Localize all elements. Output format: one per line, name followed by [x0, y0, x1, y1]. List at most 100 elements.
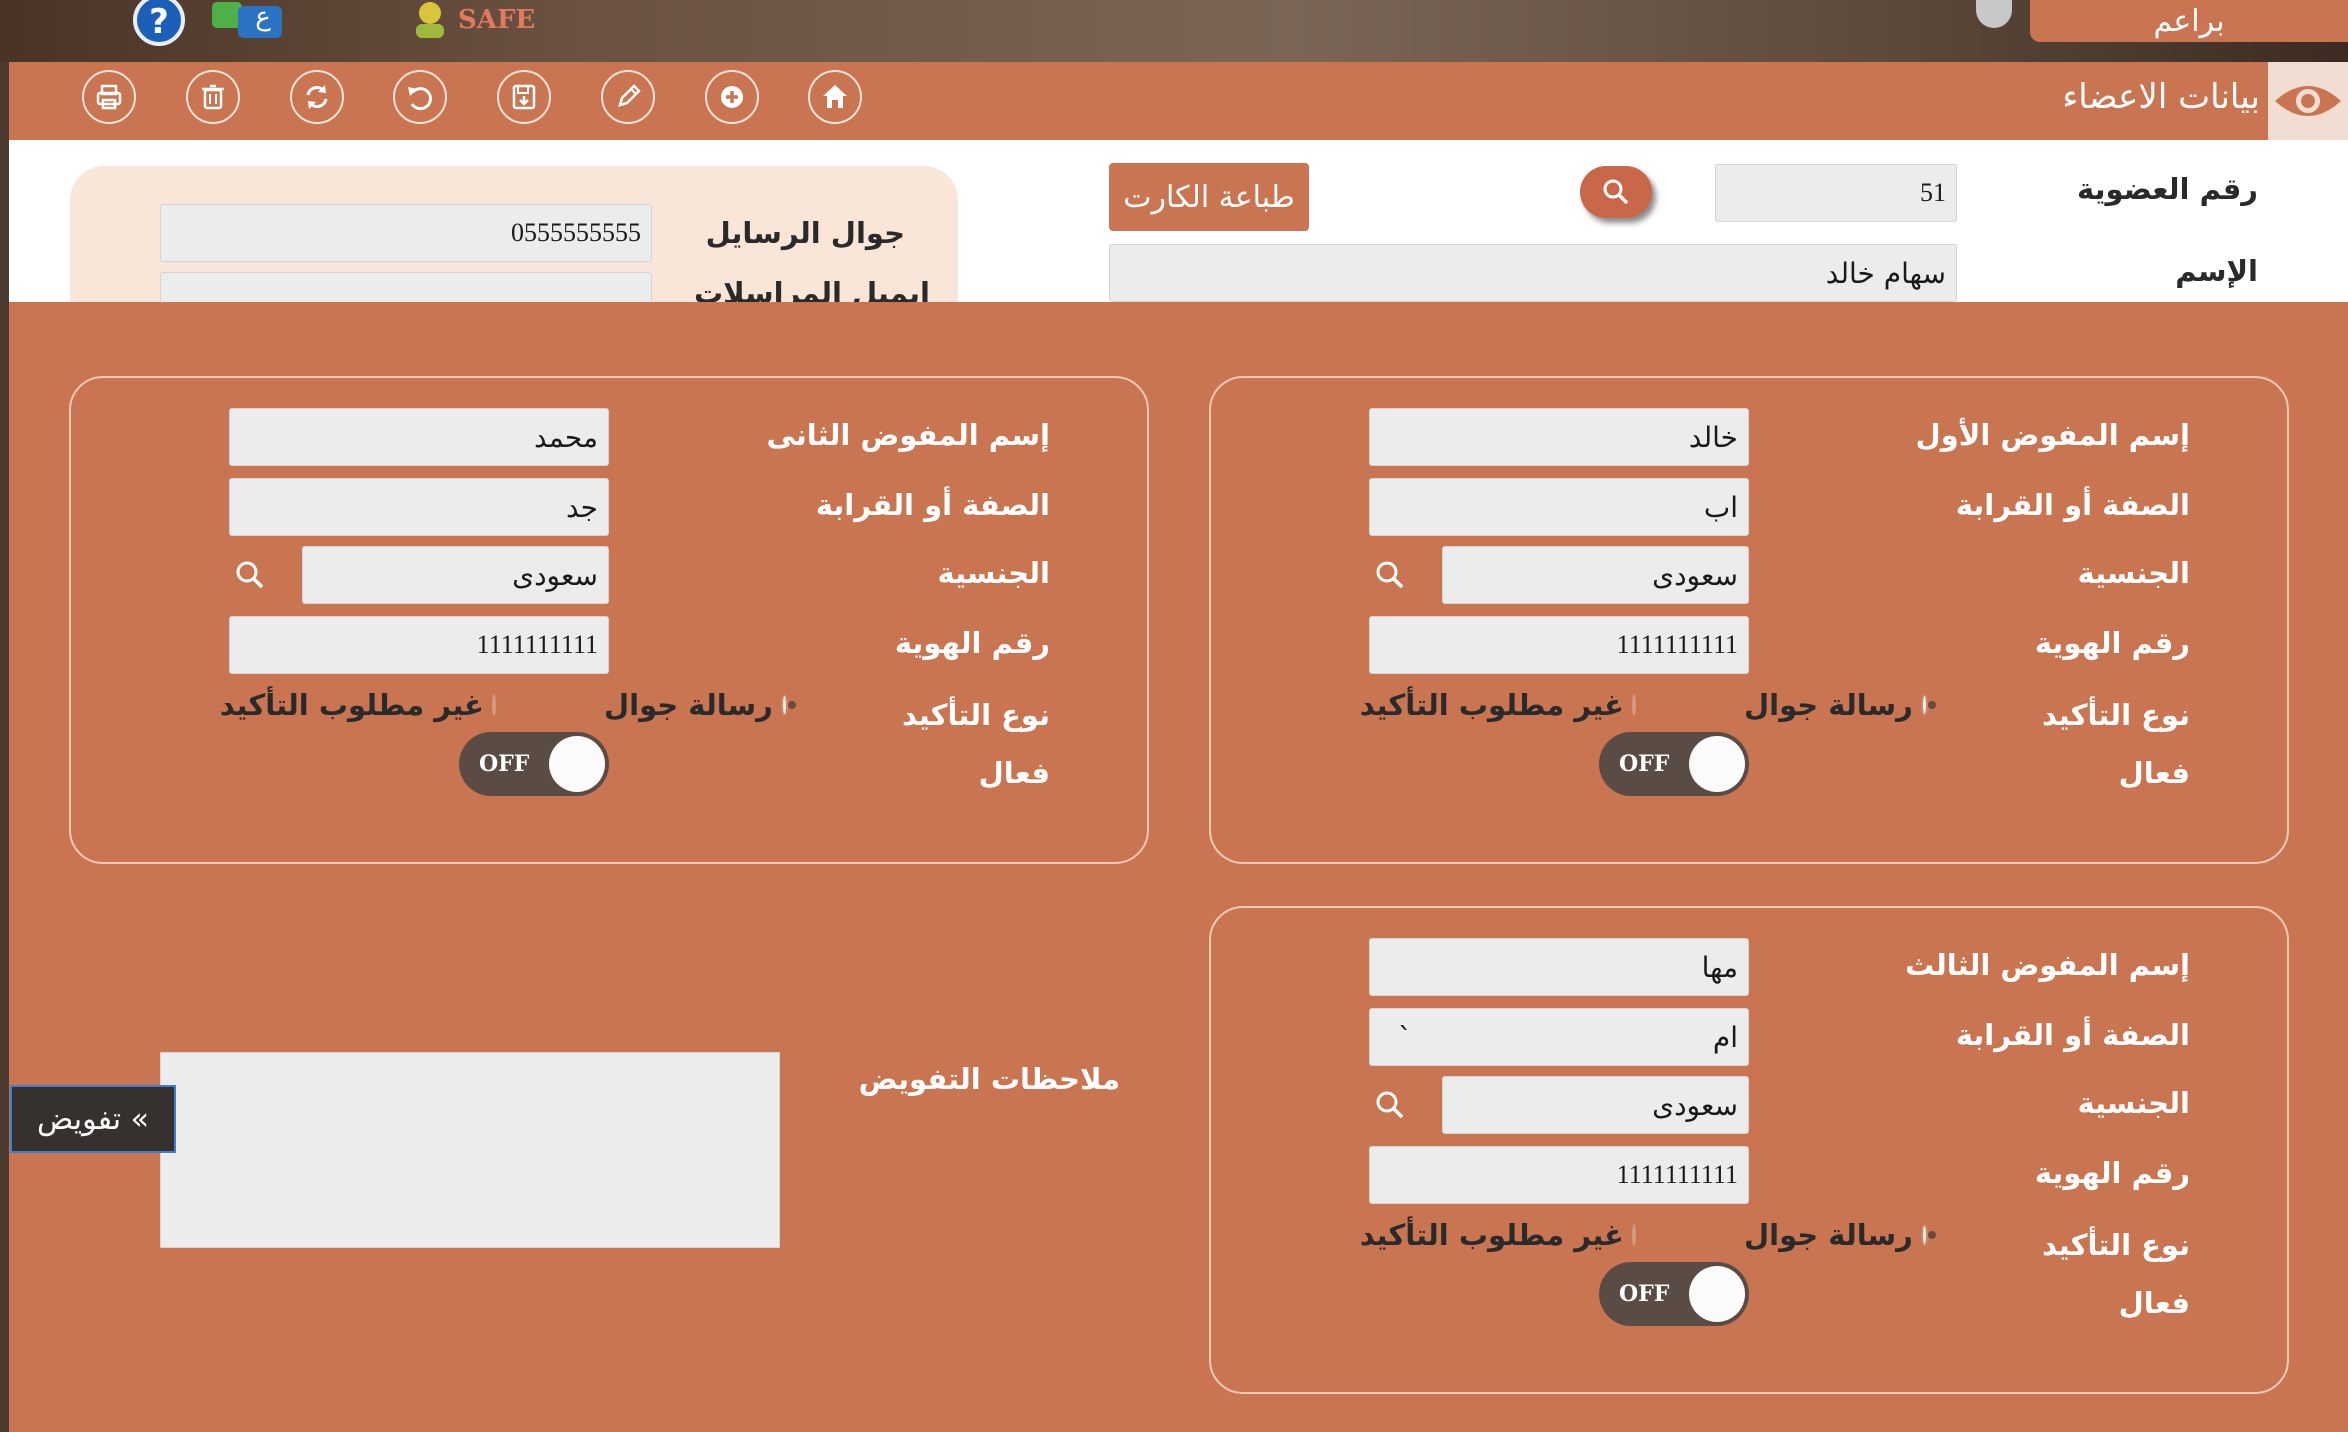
top-tab-label: براعم	[2153, 3, 2225, 39]
radio-selected-icon	[1920, 1224, 1937, 1246]
delegate3-relation-input[interactable]: ام `	[1369, 1008, 1749, 1066]
delegate2-relation-input[interactable]: جد	[229, 478, 609, 536]
delegate3-relation-value: ام	[1712, 1020, 1738, 1054]
delegate2-none-option[interactable]: غير مطلوب التأكيد	[220, 688, 496, 722]
delegate3-active-label: فعال	[2118, 1286, 2190, 1320]
print-card-button[interactable]: طباعة الكارت	[1109, 163, 1309, 231]
delegate3-none-option[interactable]: غير مطلوب التأكيد	[1360, 1218, 1636, 1252]
delegate2-none-option-label: غير مطلوب التأكيد	[219, 688, 484, 722]
save-button[interactable]	[497, 70, 551, 124]
radio-selected-icon	[780, 694, 797, 716]
top-tab[interactable]: براعم	[2030, 0, 2348, 42]
delegate2-nationality-label: الجنسية	[937, 556, 1050, 590]
delegate1-nationality-input[interactable]: سعودى	[1442, 546, 1749, 604]
edit-button[interactable]	[601, 70, 655, 124]
home-button[interactable]	[808, 70, 862, 124]
toggle-text: OFF	[479, 751, 530, 777]
toggle-knob	[1689, 736, 1745, 792]
delegate1-relation-label: الصفة أو القرابة	[1955, 488, 2190, 522]
language-icon-text: ع	[255, 2, 271, 32]
delegate3-active-toggle[interactable]: OFF	[1599, 1262, 1749, 1326]
delegate3-id-label: رقم الهوية	[2034, 1156, 2190, 1190]
delegate3-id-input[interactable]: 1111111111	[1369, 1146, 1749, 1204]
delegate2-name-label: إسم المفوض الثانى	[766, 418, 1050, 452]
toolbar	[9, 62, 2348, 140]
toggle-knob	[1689, 1266, 1745, 1322]
refresh-icon	[306, 85, 328, 109]
delegate1-sms-option-label: رسالة جوال	[1744, 688, 1913, 722]
undo-icon	[408, 87, 432, 111]
member-id-input[interactable]: 51	[1715, 164, 1957, 222]
delegate3-relation-label: الصفة أو القرابة	[1955, 1018, 2190, 1052]
delete-button[interactable]	[186, 70, 240, 124]
delegate1-active-label: فعال	[2118, 756, 2190, 790]
email-label: ايميل المراسلات	[693, 276, 930, 302]
delegate1-active-toggle[interactable]: OFF	[1599, 732, 1749, 796]
delegation-tab[interactable]: » تفويض	[10, 1085, 176, 1153]
page-title: بيانات الاعضاء	[2062, 77, 2260, 117]
print-icon	[96, 84, 122, 110]
delegate2-id-label: رقم الهوية	[894, 626, 1050, 660]
safe-logo: SAFE	[410, 0, 560, 40]
add-button[interactable]	[705, 70, 759, 124]
eye-icon[interactable]	[2268, 62, 2348, 140]
delegate2-sms-option-label: رسالة جوال	[604, 688, 773, 722]
delegation-tab-label: » تفويض	[36, 1101, 150, 1137]
delegate1-name-input[interactable]: خالد	[1369, 408, 1749, 466]
delegate2-nationality-input[interactable]: سعودى	[302, 546, 609, 604]
print-button[interactable]	[82, 70, 136, 124]
notes-textarea[interactable]	[160, 1052, 780, 1248]
delegate2-id-input[interactable]: 1111111111	[229, 616, 609, 674]
radio-unselected-icon	[492, 694, 496, 716]
delegate2-active-toggle[interactable]: OFF	[459, 732, 609, 796]
user-icon	[416, 2, 444, 38]
help-icon[interactable]: ?	[130, 0, 188, 46]
delegate1-sms-option[interactable]: رسالة جوال	[1744, 688, 1937, 722]
delete-icon	[202, 84, 224, 110]
language-icon[interactable]: ع	[210, 0, 286, 44]
delegate3-nationality-input[interactable]: سعودى	[1442, 1076, 1749, 1134]
email-input[interactable]	[160, 272, 652, 302]
toggle-text: OFF	[1619, 751, 1670, 777]
delegate1-none-option-label: غير مطلوب التأكيد	[1359, 688, 1624, 722]
delegate3-name-label: إسم المفوض الثالث	[1905, 948, 2190, 982]
member-id-label: رقم العضوية	[2077, 172, 2258, 206]
delegate1-relation-input[interactable]: اب	[1369, 478, 1749, 536]
edit-icon	[618, 84, 641, 107]
add-icon	[721, 86, 743, 108]
delegate1-id-input[interactable]: 1111111111	[1369, 616, 1749, 674]
delegate1-nationality-search-icon[interactable]	[1373, 558, 1407, 592]
sms-mobile-input[interactable]: 0555555555	[160, 204, 652, 262]
delegate2-sms-option[interactable]: رسالة جوال	[604, 688, 797, 722]
delegate2-name-input[interactable]: محمد	[229, 408, 609, 466]
delegate3-nationality-search-icon[interactable]	[1373, 1088, 1407, 1122]
delegate1-name-label: إسم المفوض الأول	[1915, 418, 2190, 452]
delegate3-sms-option-label: رسالة جوال	[1744, 1218, 1913, 1252]
safe-label: SAFE	[458, 5, 536, 35]
undo-button[interactable]	[393, 70, 447, 124]
clipped-row: ايميل المراسلات	[9, 272, 2348, 302]
toggle-text: OFF	[1619, 1281, 1670, 1307]
delegate3-relation-extra: `	[1398, 1020, 1412, 1054]
delegate3-sms-option[interactable]: رسالة جوال	[1744, 1218, 1937, 1252]
delegate3-name-input[interactable]: مها	[1369, 938, 1749, 996]
delegate1-id-label: رقم الهوية	[2034, 626, 2190, 660]
delegate3-nationality-label: الجنسية	[2077, 1086, 2190, 1120]
svg-text:?: ?	[149, 2, 169, 42]
radio-unselected-icon	[1632, 1224, 1636, 1246]
delegate3-none-option-label: غير مطلوب التأكيد	[1359, 1218, 1624, 1252]
home-icon	[823, 85, 847, 108]
notes-label: ملاحظات التفويض	[858, 1062, 1120, 1096]
delegate1-nationality-label: الجنسية	[2077, 556, 2190, 590]
delegate2-relation-label: الصفة أو القرابة	[815, 488, 1050, 522]
member-search-button[interactable]	[1580, 166, 1652, 218]
radio-selected-icon	[1920, 694, 1937, 716]
sms-mobile-label: جوال الرسايل	[705, 216, 905, 250]
save-icon	[512, 84, 536, 110]
delegate2-nationality-search-icon[interactable]	[233, 558, 267, 592]
delegate1-none-option[interactable]: غير مطلوب التأكيد	[1360, 688, 1636, 722]
refresh-button[interactable]	[290, 70, 344, 124]
radio-unselected-icon	[1632, 694, 1636, 716]
toggle-knob	[549, 736, 605, 792]
print-card-label: طباعة الكارت	[1123, 179, 1295, 215]
